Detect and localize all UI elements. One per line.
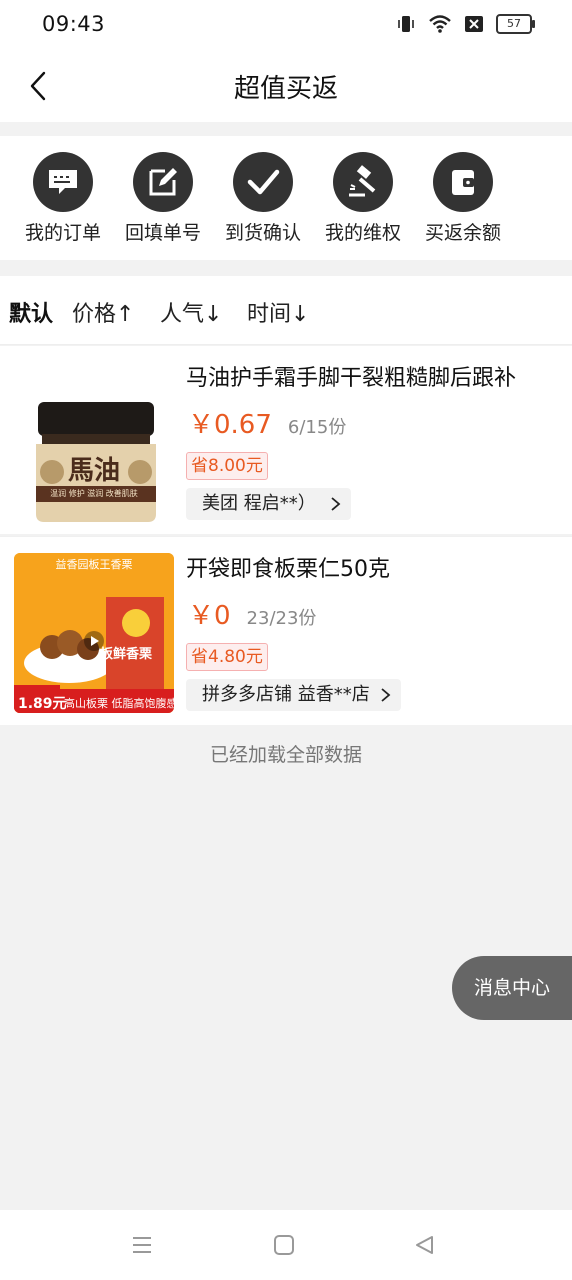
load-complete-text: 已经加载全部数据 (209, 744, 362, 766)
product-image-subtext: 温润 修护 滋润 改善肌肤 (50, 489, 138, 498)
confirm-delivery-button[interactable]: 到货确认 (213, 152, 313, 245)
fill-tracking-button[interactable]: 回填单号 (113, 152, 213, 245)
save-badge: 省8.00元 (186, 452, 268, 480)
my-disputes-button[interactable]: 我的维权 (313, 152, 413, 245)
product-card[interactable]: 馬油 温润 修护 滋润 改善肌肤 马油护手霜手脚干裂粗糙脚后跟补 ￥0.67 6… (0, 346, 572, 534)
status-time: 09:43 (42, 12, 106, 36)
store-tag[interactable]: 拼多多店铺 益香**店 (186, 679, 402, 711)
quick-menu-label: 回填单号 (124, 222, 201, 244)
quick-menu-label: 我的维权 (324, 222, 401, 244)
nav-bar: 超值买返 (0, 50, 572, 122)
product-stock: 6/15份 (287, 417, 347, 438)
gavel-icon (333, 152, 393, 212)
home-button[interactable] (270, 1232, 298, 1258)
product-card[interactable]: 益香园板王香栗 板鲜香栗 1.89元 高山板栗 低脂高饱腹感 开袋即食板栗仁50… (0, 536, 572, 725)
edit-icon (133, 152, 193, 212)
product-title[interactable]: 开袋即食板栗仁50克 (186, 551, 390, 583)
sort-default[interactable]: 默认 (9, 296, 53, 328)
product-image-banner: 高山板栗 低脂高饱腹感 (64, 697, 174, 710)
system-nav-bar (0, 1210, 572, 1280)
quick-menu-label: 买返余额 (424, 222, 501, 244)
my-orders-button[interactable]: 我的订单 (13, 152, 113, 245)
status-bar: 09:43 57 (0, 0, 572, 50)
product-stock: 23/23份 (246, 608, 317, 629)
check-icon (233, 152, 293, 212)
battery-icon: 57 (496, 14, 535, 34)
menu-icon (133, 1237, 151, 1253)
product-title[interactable]: 马油护手霜手脚干裂粗糙脚后跟补 (186, 360, 516, 392)
store-tag[interactable]: 美团 程启**） (186, 488, 352, 520)
chevron-right-icon (381, 688, 391, 702)
save-badge: 省4.80元 (186, 643, 268, 671)
quick-menu-label: 到货确认 (224, 222, 301, 244)
product-image[interactable]: 益香园板王香栗 板鲜香栗 1.89元 高山板栗 低脂高饱腹感 (14, 553, 174, 713)
product-image[interactable]: 馬油 温润 修护 滋润 改善肌肤 (14, 362, 174, 522)
order-list-icon (33, 152, 93, 212)
quick-menu: 我的订单 回填单号 到货确认 我的维权 买返余额 (0, 136, 572, 260)
page-title: 超值买返 (233, 74, 338, 104)
product-price: ￥0 (188, 601, 231, 631)
sort-popularity[interactable]: 人气↓ (160, 296, 222, 328)
status-icons: 57 (396, 14, 535, 34)
message-center-button[interactable]: 消息中心 (452, 956, 572, 1020)
triangle-back-icon (416, 1236, 433, 1254)
sort-price[interactable]: 价格↑ (72, 296, 134, 328)
sort-time[interactable]: 时间↓ (247, 296, 309, 328)
home-square-icon (274, 1235, 294, 1255)
price-row: ￥0 23/23份 (188, 595, 316, 632)
quick-menu-label: 我的订单 (24, 222, 101, 244)
sim-off-icon (465, 16, 483, 32)
back-nav-button[interactable] (410, 1232, 438, 1258)
product-image-price: 1.89元 (18, 696, 67, 712)
sort-bar: 默认 价格↑ 人气↓ 时间↓ (0, 276, 572, 345)
store-name: 美团 程启**） (202, 493, 316, 514)
store-name: 拼多多店铺 益香**店 (202, 684, 370, 705)
chevron-right-icon (331, 497, 341, 511)
wifi-icon (429, 15, 451, 33)
product-image-text: 馬油 (67, 456, 120, 486)
wallet-icon (433, 152, 493, 212)
vibrate-icon (398, 16, 414, 32)
product-image-pack-text: 板鲜香栗 (100, 647, 153, 662)
rebate-balance-button[interactable]: 买返余额 (413, 152, 513, 245)
price-row: ￥0.67 6/15份 (188, 404, 346, 441)
product-price: ￥0.67 (188, 410, 272, 440)
menu-button[interactable] (128, 1232, 156, 1258)
product-image-header: 益香园板王香栗 (55, 558, 133, 571)
